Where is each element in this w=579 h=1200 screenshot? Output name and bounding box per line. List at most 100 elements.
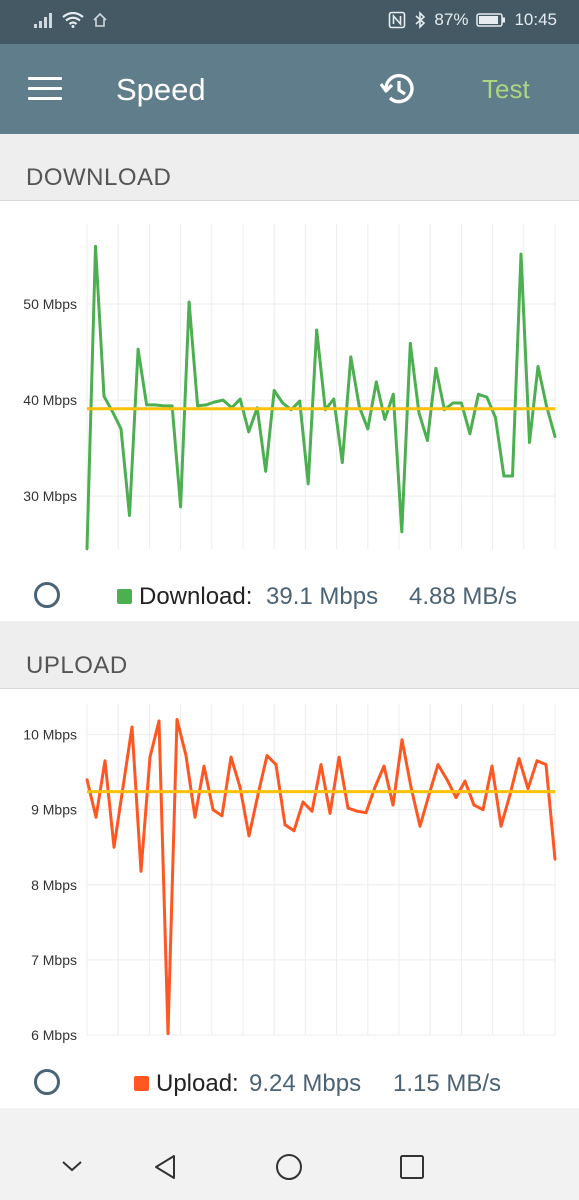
upload-rate-mbytes: 1.15 MB/s	[393, 1070, 502, 1097]
download-legend: Download: 39.1 Mbps 4.88 MB/s	[0, 577, 579, 617]
clock: 10:45	[514, 10, 557, 29]
test-button[interactable]: Test	[482, 74, 530, 105]
data-point	[111, 410, 114, 413]
data-point	[238, 397, 242, 401]
nav-recents-icon[interactable]	[399, 1154, 425, 1180]
data-point	[281, 401, 285, 405]
data-point	[94, 815, 98, 819]
data-point	[408, 342, 412, 345]
data-point	[391, 803, 395, 807]
data-point	[526, 787, 530, 790]
data-point	[229, 755, 233, 759]
data-point	[175, 718, 179, 721]
y-tick-label: 8 Mbps	[31, 877, 77, 893]
data-point	[139, 869, 143, 873]
data-point	[519, 252, 523, 256]
home-network-icon	[93, 12, 107, 27]
data-point	[364, 811, 368, 815]
data-point	[553, 857, 557, 861]
data-point	[332, 397, 336, 401]
battery-icon	[476, 13, 506, 27]
nav-collapse-icon[interactable]	[60, 1158, 84, 1174]
data-point	[166, 1032, 170, 1035]
download-section-header: DOWNLOAD	[0, 134, 579, 201]
data-point	[247, 834, 251, 838]
data-point	[221, 398, 225, 402]
y-tick-label: 30 Mbps	[23, 488, 77, 504]
data-point	[202, 764, 206, 768]
data-point	[400, 530, 404, 534]
upload-radio-button[interactable]	[34, 1069, 60, 1095]
upload-section-title: UPLOAD	[26, 652, 128, 679]
bluetooth-icon	[415, 11, 426, 29]
data-point	[238, 785, 242, 789]
download-section-title: DOWNLOAD	[26, 164, 172, 191]
data-point	[545, 404, 548, 408]
data-point	[298, 399, 302, 403]
series-line	[85, 244, 557, 550]
data-point	[517, 757, 521, 760]
data-point	[417, 411, 421, 414]
nfc-icon	[389, 11, 406, 29]
hamburger-menu-icon[interactable]	[28, 77, 62, 101]
data-point	[247, 430, 251, 434]
data-point	[535, 759, 539, 763]
data-point	[502, 474, 506, 478]
data-point	[536, 365, 540, 368]
data-point	[264, 469, 268, 473]
data-point	[434, 367, 438, 370]
y-tick-label: 9 Mbps	[31, 802, 77, 818]
status-left	[34, 12, 108, 28]
download-radio-button[interactable]	[34, 582, 60, 608]
status-bar: 87% 10:45	[0, 0, 579, 44]
data-point	[292, 829, 296, 833]
data-point	[349, 355, 353, 359]
nav-back-icon[interactable]	[152, 1153, 180, 1181]
data-point	[274, 763, 278, 766]
data-point	[451, 401, 455, 405]
data-point	[94, 245, 97, 248]
data-point	[477, 392, 480, 396]
nav-home-icon[interactable]	[275, 1153, 303, 1181]
data-point	[499, 824, 503, 828]
data-point	[383, 417, 387, 421]
y-tick-label: 10 Mbps	[23, 727, 77, 743]
data-point	[204, 403, 208, 407]
data-point	[196, 404, 200, 408]
data-point	[373, 785, 377, 789]
data-point	[511, 474, 514, 478]
data-point	[306, 482, 310, 486]
data-point	[179, 505, 183, 509]
data-point	[103, 759, 107, 763]
data-point	[463, 779, 467, 783]
data-point	[187, 300, 191, 304]
data-point	[346, 806, 350, 810]
data-point	[418, 824, 422, 828]
data-point	[328, 812, 332, 815]
data-point	[426, 439, 429, 442]
download-card: 30 Mbps 40 Mbps 50 Mbps Download: 39.1 Mbp…	[0, 201, 579, 621]
battery-percent: 87%	[434, 10, 469, 29]
data-point	[145, 403, 149, 407]
data-point	[213, 400, 217, 404]
data-point	[283, 823, 287, 827]
upload-section-header: UPLOAD	[0, 622, 579, 689]
data-point	[374, 380, 378, 384]
download-chart: 30 Mbps 40 Mbps 50 Mbps	[23, 224, 557, 551]
download-rate-mbps: 39.1 Mbps	[266, 583, 379, 610]
app-bar: Speed Test	[0, 44, 579, 134]
data-point	[468, 432, 472, 436]
download-rate-mbytes: 4.88 MB/s	[409, 583, 518, 610]
history-icon[interactable]	[378, 68, 420, 110]
data-point	[409, 785, 413, 789]
data-point	[508, 793, 512, 796]
data-point	[337, 755, 341, 759]
wifi-icon	[62, 12, 84, 28]
data-point	[528, 441, 531, 444]
data-point	[211, 808, 215, 812]
data-point	[256, 793, 260, 796]
data-point	[130, 725, 134, 729]
data-point	[485, 395, 489, 399]
data-point	[427, 793, 431, 796]
data-point	[315, 328, 319, 332]
